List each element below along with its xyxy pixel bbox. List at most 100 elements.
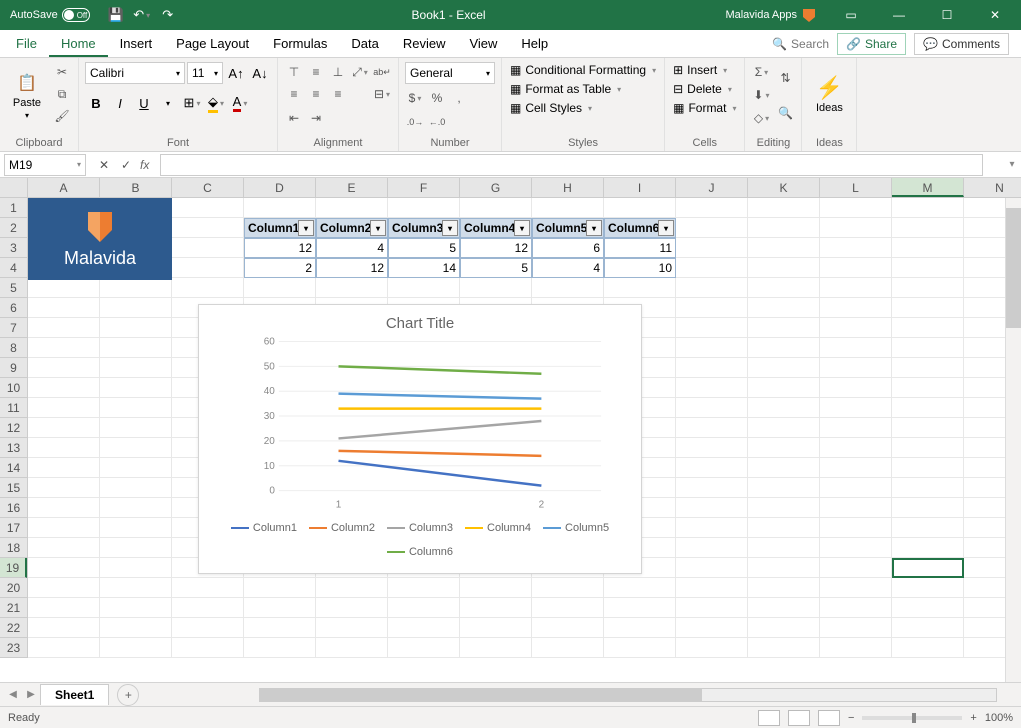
cell[interactable]	[820, 238, 892, 258]
row-header[interactable]: 21	[0, 598, 27, 618]
expand-formula-icon[interactable]: ▾	[1003, 159, 1021, 170]
cell[interactable]	[604, 598, 676, 618]
row-header[interactable]: 5	[0, 278, 27, 298]
cell[interactable]	[100, 378, 172, 398]
cell[interactable]: 6	[532, 238, 604, 258]
cell-styles-button[interactable]: ▦Cell Styles	[508, 100, 658, 116]
row-header[interactable]: 17	[0, 518, 27, 538]
cell[interactable]	[676, 358, 748, 378]
cell[interactable]	[100, 538, 172, 558]
minimize-icon[interactable]: —	[877, 0, 921, 30]
undo-icon[interactable]: ↶	[130, 3, 154, 27]
chart-object[interactable]: Chart Title 010203040506012 Column1Colum…	[198, 304, 642, 574]
column-header[interactable]: C	[172, 178, 244, 197]
vertical-scrollbar[interactable]	[1005, 198, 1021, 682]
merge-icon[interactable]: ⊟	[372, 84, 392, 104]
delete-cells-button[interactable]: ⊟Delete	[671, 81, 738, 97]
cell[interactable]	[28, 518, 100, 538]
tab-insert[interactable]: Insert	[108, 30, 165, 57]
filter-dropdown-icon[interactable]: ▾	[370, 220, 386, 236]
cell[interactable]	[820, 418, 892, 438]
cell[interactable]: Column2▾	[316, 218, 388, 238]
cell[interactable]	[820, 618, 892, 638]
cell[interactable]: 5	[388, 238, 460, 258]
cell[interactable]	[388, 578, 460, 598]
cell[interactable]: 11	[604, 238, 676, 258]
cell[interactable]	[676, 618, 748, 638]
page-break-view-icon[interactable]	[818, 710, 840, 726]
cell[interactable]	[100, 498, 172, 518]
cell[interactable]	[820, 438, 892, 458]
cell[interactable]	[172, 258, 244, 278]
column-header[interactable]: K	[748, 178, 820, 197]
cell[interactable]	[676, 318, 748, 338]
clear-icon[interactable]: ◇	[751, 108, 771, 128]
cell[interactable]	[460, 618, 532, 638]
row-header[interactable]: 23	[0, 638, 27, 658]
row-header[interactable]: 19	[0, 558, 27, 578]
column-header[interactable]: N	[964, 178, 1021, 197]
cell[interactable]	[748, 538, 820, 558]
cell[interactable]	[532, 198, 604, 218]
cell[interactable]	[100, 298, 172, 318]
ideas-button[interactable]: ⚡ Ideas	[808, 62, 850, 128]
cell[interactable]	[388, 638, 460, 658]
cell[interactable]: 14	[388, 258, 460, 278]
cell[interactable]	[100, 478, 172, 498]
row-header[interactable]: 16	[0, 498, 27, 518]
close-icon[interactable]: ✕	[973, 0, 1017, 30]
cell[interactable]	[820, 578, 892, 598]
cancel-formula-icon[interactable]: ✕	[94, 155, 114, 175]
cell[interactable]	[676, 638, 748, 658]
cell[interactable]	[676, 458, 748, 478]
cell[interactable]	[604, 618, 676, 638]
cell[interactable]	[676, 378, 748, 398]
sort-filter-icon[interactable]: ⇅	[775, 62, 795, 94]
enter-formula-icon[interactable]: ✓	[116, 155, 136, 175]
cell[interactable]	[172, 238, 244, 258]
cell[interactable]	[748, 378, 820, 398]
cell[interactable]	[100, 338, 172, 358]
cell[interactable]: Column5▾	[532, 218, 604, 238]
column-header[interactable]: H	[532, 178, 604, 197]
row-header[interactable]: 9	[0, 358, 27, 378]
cell[interactable]	[604, 278, 676, 298]
cell[interactable]	[100, 278, 172, 298]
cell[interactable]	[892, 338, 964, 358]
column-header[interactable]: E	[316, 178, 388, 197]
cell[interactable]	[28, 378, 100, 398]
cell[interactable]	[532, 278, 604, 298]
row-header[interactable]: 11	[0, 398, 27, 418]
cell[interactable]	[892, 258, 964, 278]
column-header[interactable]: A	[28, 178, 100, 197]
cell[interactable]	[892, 578, 964, 598]
paste-button[interactable]: 📋 Paste ▾	[6, 62, 48, 128]
autosum-icon[interactable]: Σ	[751, 62, 771, 82]
cell[interactable]	[892, 418, 964, 438]
percent-icon[interactable]: %	[427, 88, 447, 108]
italic-button[interactable]: I	[109, 92, 131, 114]
row-header[interactable]: 7	[0, 318, 27, 338]
align-top-icon[interactable]: ⊤	[284, 62, 304, 82]
cell[interactable]	[100, 358, 172, 378]
ribbon-display-icon[interactable]: ▭	[829, 0, 873, 30]
column-header[interactable]: L	[820, 178, 892, 197]
cell[interactable]	[28, 358, 100, 378]
cell[interactable]	[676, 298, 748, 318]
cell[interactable]	[892, 238, 964, 258]
cell[interactable]	[100, 418, 172, 438]
cell[interactable]	[532, 618, 604, 638]
row-header[interactable]: 22	[0, 618, 27, 638]
filter-dropdown-icon[interactable]: ▾	[586, 220, 602, 236]
decrease-indent-icon[interactable]: ⇤	[284, 108, 304, 128]
cell[interactable]	[28, 318, 100, 338]
cell[interactable]	[244, 278, 316, 298]
cell[interactable]	[244, 598, 316, 618]
cell[interactable]	[244, 618, 316, 638]
cell[interactable]	[316, 638, 388, 658]
row-header[interactable]: 13	[0, 438, 27, 458]
cell[interactable]	[892, 538, 964, 558]
cell[interactable]	[28, 558, 100, 578]
align-middle-icon[interactable]: ≡	[306, 62, 326, 82]
cell[interactable]	[820, 278, 892, 298]
